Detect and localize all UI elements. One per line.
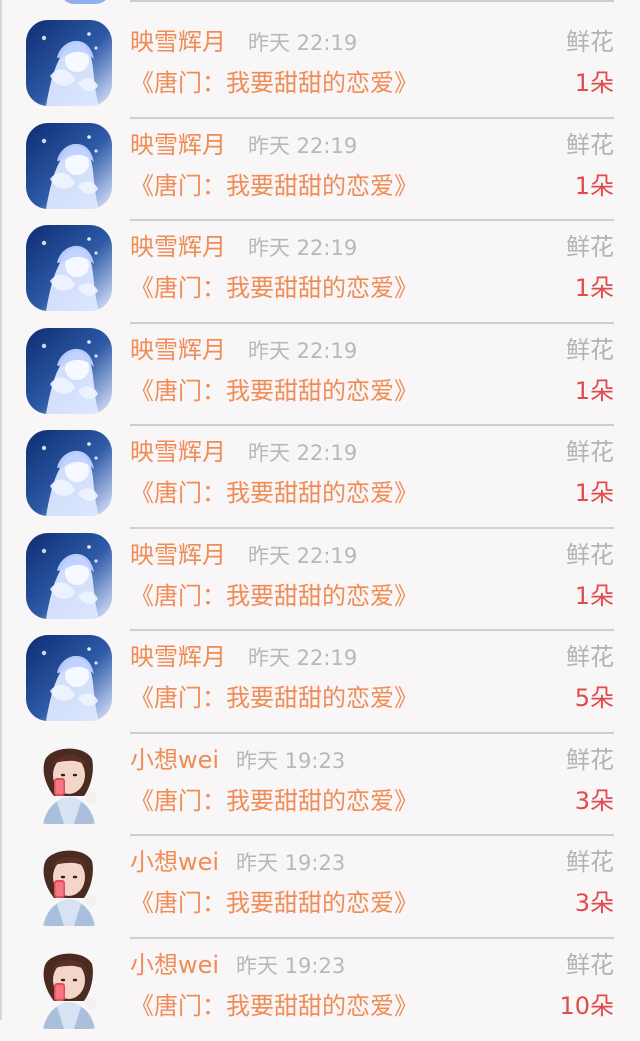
send-time: 昨天 22:19	[248, 235, 357, 261]
sender-name[interactable]: 映雪辉月	[130, 233, 226, 261]
gift-record-row[interactable]: 小想wei 昨天 19:23 鲜花 《唐门：我要甜甜的恋爱》 3朵	[0, 734, 640, 837]
gift-count: 10朵	[559, 991, 614, 1021]
gift-type-label: 鲜花	[566, 643, 614, 671]
gift-count: 5朵	[575, 683, 614, 713]
anime-girl-avatar-icon[interactable]	[26, 328, 112, 414]
send-time: 昨天 22:19	[248, 543, 357, 569]
gift-type-label: 鲜花	[566, 848, 614, 876]
send-time: 昨天 19:23	[236, 953, 345, 979]
anime-girl-avatar-icon[interactable]	[26, 533, 112, 619]
girl-selfie-avatar-icon[interactable]	[26, 840, 112, 926]
sender-name[interactable]: 映雪辉月	[130, 131, 226, 159]
sender-name[interactable]: 小想wei	[130, 951, 219, 979]
gift-record-row[interactable]: 映雪辉月 昨天 22:19 鲜花 《唐门：我要甜甜的恋爱》 1朵	[0, 16, 640, 119]
send-time: 昨天 22:19	[248, 30, 357, 56]
gift-record-row[interactable]: 映雪辉月 昨天 22:19 鲜花 《唐门：我要甜甜的恋爱》 1朵	[0, 426, 640, 529]
gift-record-row[interactable]: 小想wei 昨天 19:23 鲜花 《唐门：我要甜甜的恋爱》 10朵	[0, 939, 640, 1041]
book-title[interactable]: 《唐门：我要甜甜的恋爱》	[130, 478, 418, 508]
gift-count: 1朵	[575, 273, 614, 303]
send-time: 昨天 19:23	[236, 748, 345, 774]
anime-girl-avatar-icon[interactable]	[26, 430, 112, 516]
book-title[interactable]: 《唐门：我要甜甜的恋爱》	[130, 273, 418, 303]
gift-record-row[interactable]: 映雪辉月 昨天 22:19 鲜花 《唐门：我要甜甜的恋爱》 1朵	[0, 119, 640, 222]
gift-type-label: 鲜花	[566, 746, 614, 774]
book-title[interactable]: 《唐门：我要甜甜的恋爱》	[130, 991, 418, 1021]
book-title[interactable]: 《唐门：我要甜甜的恋爱》	[130, 376, 418, 406]
gift-record-row[interactable]: 小想wei 昨天 19:23 鲜花 《唐门：我要甜甜的恋爱》 3朵	[0, 836, 640, 939]
sender-name[interactable]: 映雪辉月	[130, 438, 226, 466]
gift-record-list: 映雪辉月 昨天 22:19 鲜花 《唐门：我要甜甜的恋爱》 1朵	[0, 16, 640, 1041]
previous-avatar-edge	[60, 0, 110, 4]
send-time: 昨天 22:19	[248, 645, 357, 671]
send-time: 昨天 22:19	[248, 338, 357, 364]
send-time: 昨天 19:23	[236, 850, 345, 876]
girl-selfie-avatar-icon[interactable]	[26, 738, 112, 824]
gift-count: 1朵	[575, 171, 614, 201]
anime-girl-avatar-icon[interactable]	[26, 635, 112, 721]
anime-girl-avatar-icon[interactable]	[26, 225, 112, 311]
girl-selfie-avatar-icon[interactable]	[26, 943, 112, 1029]
gift-count: 1朵	[575, 68, 614, 98]
gift-count: 1朵	[575, 478, 614, 508]
sender-name[interactable]: 小想wei	[130, 848, 219, 876]
sender-name[interactable]: 映雪辉月	[130, 28, 226, 56]
send-time: 昨天 22:19	[248, 133, 357, 159]
gift-type-label: 鲜花	[566, 438, 614, 466]
gift-record-row[interactable]: 映雪辉月 昨天 22:19 鲜花 《唐门：我要甜甜的恋爱》 5朵	[0, 631, 640, 734]
anime-girl-avatar-icon[interactable]	[26, 123, 112, 209]
gift-count: 1朵	[575, 581, 614, 611]
gift-count: 3朵	[575, 888, 614, 918]
gift-type-label: 鲜花	[566, 336, 614, 364]
sender-name[interactable]: 映雪辉月	[130, 541, 226, 569]
gift-record-row[interactable]: 映雪辉月 昨天 22:19 鲜花 《唐门：我要甜甜的恋爱》 1朵	[0, 324, 640, 427]
book-title[interactable]: 《唐门：我要甜甜的恋爱》	[130, 68, 418, 98]
gift-type-label: 鲜花	[566, 131, 614, 159]
book-title[interactable]: 《唐门：我要甜甜的恋爱》	[130, 171, 418, 201]
gift-record-row[interactable]: 映雪辉月 昨天 22:19 鲜花 《唐门：我要甜甜的恋爱》 1朵	[0, 529, 640, 632]
anime-girl-avatar-icon[interactable]	[26, 20, 112, 106]
sender-name[interactable]: 小想wei	[130, 746, 219, 774]
gift-type-label: 鲜花	[566, 951, 614, 979]
gift-count: 3朵	[575, 786, 614, 816]
gift-type-label: 鲜花	[566, 541, 614, 569]
sender-name[interactable]: 映雪辉月	[130, 336, 226, 364]
book-title[interactable]: 《唐门：我要甜甜的恋爱》	[130, 683, 418, 713]
gift-record-row[interactable]: 映雪辉月 昨天 22:19 鲜花 《唐门：我要甜甜的恋爱》 1朵	[0, 221, 640, 324]
book-title[interactable]: 《唐门：我要甜甜的恋爱》	[130, 581, 418, 611]
book-title[interactable]: 《唐门：我要甜甜的恋爱》	[130, 786, 418, 816]
gift-count: 1朵	[575, 376, 614, 406]
previous-row-divider	[130, 0, 614, 2]
gift-type-label: 鲜花	[566, 28, 614, 56]
book-title[interactable]: 《唐门：我要甜甜的恋爱》	[130, 888, 418, 918]
send-time: 昨天 22:19	[248, 440, 357, 466]
sender-name[interactable]: 映雪辉月	[130, 643, 226, 671]
gift-type-label: 鲜花	[566, 233, 614, 261]
